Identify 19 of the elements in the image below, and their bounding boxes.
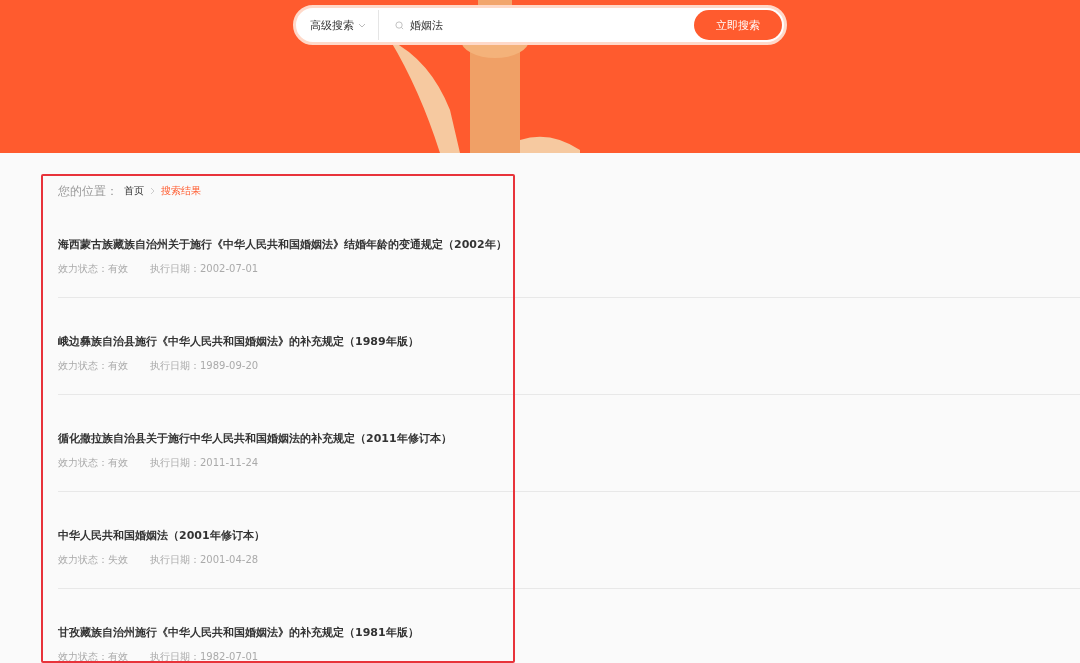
effective-date: 执行日期：1982-07-01	[150, 650, 260, 663]
validity-status: 效力状态：有效	[58, 650, 129, 663]
result-title[interactable]: 甘孜藏族自治州施行《中华人民共和国婚姻法》的补充规定（1981年版）	[58, 625, 419, 640]
result-title[interactable]: 峨边彝族自治县施行《中华人民共和国婚姻法》的补充规定（1989年版）	[58, 334, 419, 349]
effective-date: 执行日期：2011-11-24	[150, 456, 260, 470]
search-input[interactable]: 婚姻法	[408, 17, 612, 33]
result-title[interactable]: 循化撒拉族自治县关于施行中华人民共和国婚姻法的补充规定（2011年修订本）	[58, 431, 452, 446]
result-title[interactable]: 中华人民共和国婚姻法（2001年修订本）	[58, 528, 265, 543]
result-title[interactable]: 海西蒙古族藏族自治州关于施行《中华人民共和国婚姻法》结婚年龄的变通规定（2002年）	[58, 237, 507, 252]
validity-status: 效力状态：有效	[58, 262, 129, 276]
effective-date: 执行日期：2002-07-01	[150, 262, 260, 276]
breadcrumb-label: 您的位置：	[58, 182, 118, 200]
scope-dropdown[interactable]: 高级搜索	[296, 10, 379, 40]
validity-status: 效力状态：有效	[58, 359, 129, 373]
breadcrumb-link[interactable]: 首页	[124, 184, 144, 198]
validity-status: 效力状态：失效	[58, 553, 129, 567]
effective-date: 执行日期：1989-09-20	[150, 359, 260, 373]
validity-status: 效力状态：有效	[58, 456, 129, 470]
effective-date: 执行日期：2001-04-28	[150, 553, 260, 567]
